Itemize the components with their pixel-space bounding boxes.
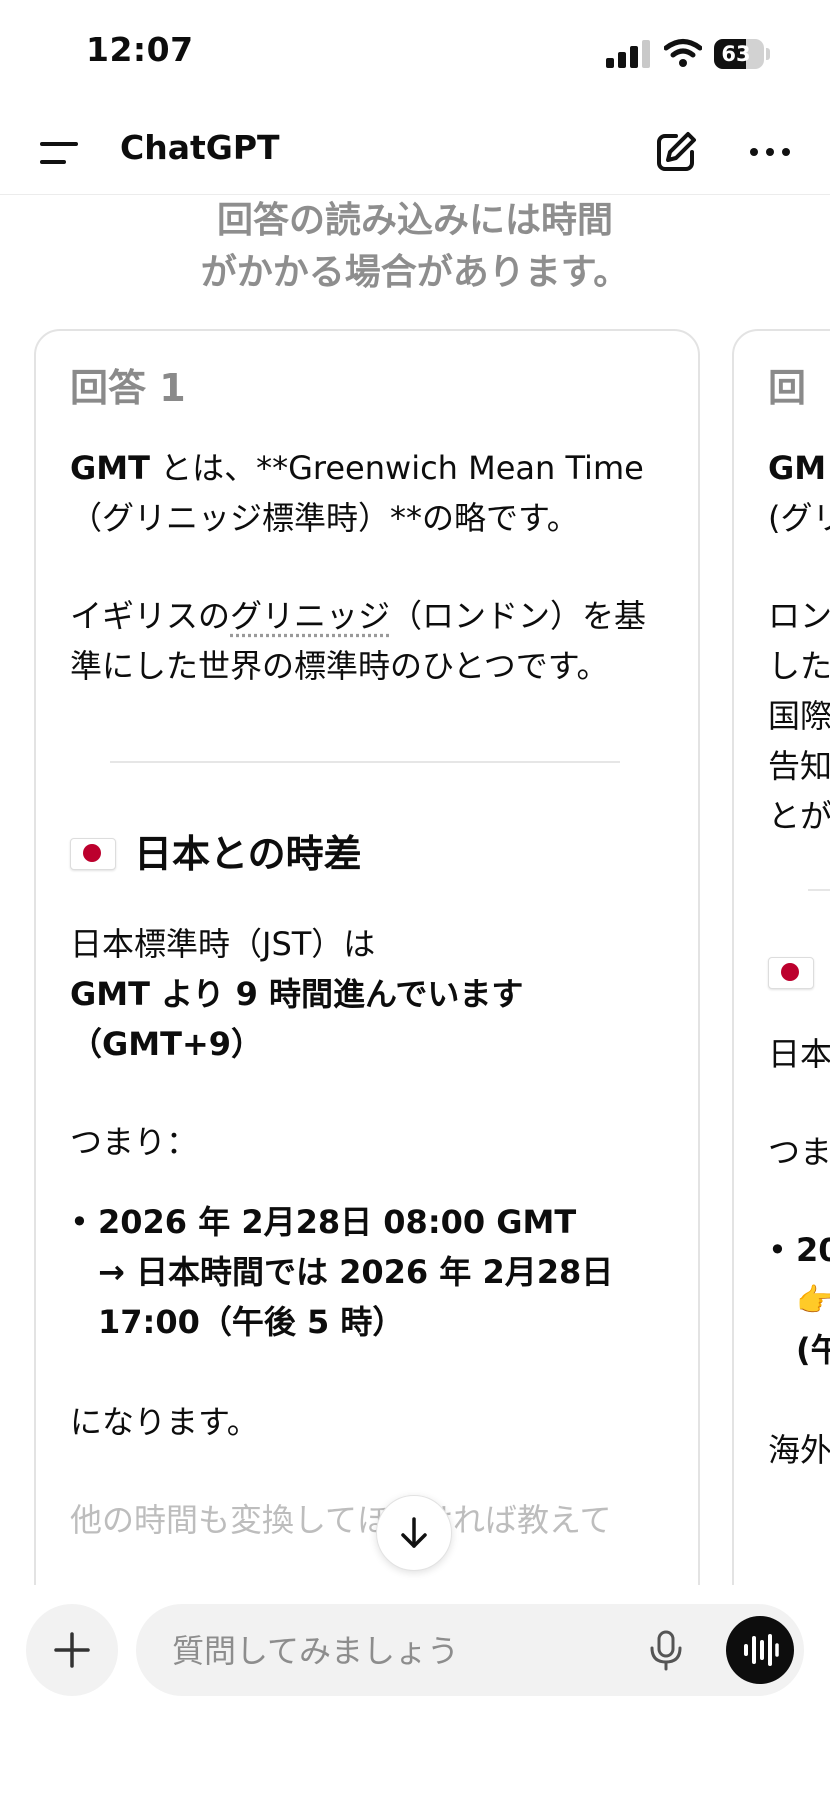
status-time: 12:07 bbox=[86, 30, 194, 69]
tsumari-text: つまり： bbox=[70, 1123, 199, 1161]
battery-level: 63 bbox=[721, 42, 751, 66]
message-input-placeholder: 質問してみましょう bbox=[172, 1632, 460, 1670]
wifi-icon bbox=[664, 39, 702, 67]
message-composer: 質問してみましょう bbox=[0, 1585, 830, 1796]
response-2-p-line: ロン bbox=[768, 597, 830, 635]
jst-offset: GMT より 9 時間進んでいます（GMT+9） bbox=[70, 975, 524, 1063]
plus-icon bbox=[54, 1632, 90, 1668]
loading-notice: 回答の読み込みには時間 がかかる場合があります。 bbox=[0, 195, 830, 299]
attach-button[interactable] bbox=[26, 1604, 118, 1696]
scroll-down-arrow-icon bbox=[401, 1517, 427, 1548]
jst-paragraph: 日本標準時（JST）は GMT より 9 時間進んでいます（GMT+9） bbox=[70, 919, 670, 1069]
conversion-bullet: • 2026 年 2月28日 08:00 GMT → 日本時間では 2026 年… bbox=[70, 1197, 670, 1347]
chat-content: 回答の読み込みには時間 がかかる場合があります。 回答 1 GMT とは、**G… bbox=[0, 195, 830, 1585]
bullet-dot: • bbox=[70, 1203, 89, 1241]
response-2-bullet: • 20 👉 (午 bbox=[768, 1225, 830, 1375]
response-2-p-line: した bbox=[768, 647, 830, 685]
response-2-paragraph: ロン した 国際 告知 とが bbox=[768, 591, 830, 841]
menu-icon[interactable] bbox=[36, 134, 84, 174]
message-input[interactable]: 質問してみましょう bbox=[136, 1604, 804, 1696]
response-2-line-b: (グリ bbox=[768, 499, 830, 537]
response-intro: GMT とは、**Greenwich Mean Time（グリニッジ標準時）**… bbox=[70, 443, 670, 543]
followup-text: 他の時間も変換してほしければ教えて bbox=[70, 1501, 612, 1539]
battery-icon: 63 bbox=[714, 39, 764, 69]
battery-tip bbox=[766, 48, 770, 60]
response-2-p-line: 告知 bbox=[768, 747, 830, 785]
more-options-icon[interactable] bbox=[742, 130, 798, 174]
term-gmt: GMT bbox=[70, 449, 150, 487]
top-nav-bar: ChatGPT bbox=[0, 110, 830, 195]
cellular-signal-icon bbox=[606, 40, 652, 68]
closing-text: になります。 bbox=[70, 1403, 259, 1441]
voice-mode-icon bbox=[744, 1634, 779, 1666]
response-2-line-a: GM bbox=[768, 449, 827, 487]
response-2-bullet-a: 20 bbox=[796, 1231, 830, 1269]
response-2-tsumari: つま bbox=[768, 1133, 830, 1171]
response-2-p-line: 国際 bbox=[768, 697, 830, 735]
response-2-bullet-b: 👉 bbox=[796, 1281, 830, 1319]
loading-notice-line-1: 回答の読み込みには時間 bbox=[216, 200, 613, 241]
response-card-2[interactable]: 回 GM (グリ ロン した 国際 告知 とが 日本 つま • 20 👉 bbox=[732, 329, 830, 1585]
section-divider-2 bbox=[808, 889, 830, 891]
jst-line: 日本標準時（JST）は bbox=[70, 925, 376, 963]
response-card-1[interactable]: 回答 1 GMT とは、**Greenwich Mean Time（グリニッジ標… bbox=[34, 329, 700, 1585]
scroll-down-button[interactable] bbox=[376, 1495, 452, 1571]
explanation-start: イギリスの bbox=[70, 597, 231, 635]
app-title[interactable]: ChatGPT bbox=[120, 128, 280, 167]
new-chat-icon[interactable] bbox=[652, 128, 700, 176]
status-bar: 12:07 63 bbox=[0, 0, 830, 110]
voice-mode-button[interactable] bbox=[726, 1616, 794, 1684]
response-2-jp-line: 日本 bbox=[768, 1035, 830, 1073]
response-2-p-line: とが bbox=[768, 797, 830, 835]
greenwich-link[interactable]: グリニッジ bbox=[230, 597, 390, 635]
section-heading: 日本との時差 bbox=[70, 829, 670, 879]
japan-flag-icon bbox=[768, 957, 814, 989]
response-label-2: 回 bbox=[768, 366, 807, 410]
bullet-line-2: → 日本時間では 2026 年 2月28日 17:00（午後 5 時） bbox=[98, 1253, 614, 1341]
response-label: 回答 1 bbox=[70, 366, 186, 410]
microphone-icon[interactable] bbox=[644, 1628, 688, 1672]
bullet-dot: • bbox=[768, 1231, 787, 1269]
bullet-line-1: 2026 年 2月28日 08:00 GMT bbox=[98, 1203, 577, 1241]
response-2-tail: 海外 bbox=[768, 1431, 830, 1469]
response-explanation: イギリスのグリニッジ（ロンドン）を基準にした世界の標準時のひとつです。 bbox=[70, 591, 670, 691]
response-2-intro: GM (グリ bbox=[768, 443, 830, 543]
intro-text: とは、**Greenwich Mean Time（グリニッジ標準時）**の略です… bbox=[70, 449, 644, 537]
loading-notice-line-2: がかかる場合があります。 bbox=[200, 252, 630, 293]
section-divider bbox=[110, 761, 620, 763]
response-2-bullet-c: (午 bbox=[796, 1331, 830, 1369]
japan-flag-icon bbox=[70, 838, 116, 870]
section-title: 日本との時差 bbox=[134, 832, 362, 876]
section-heading-2 bbox=[768, 957, 830, 989]
